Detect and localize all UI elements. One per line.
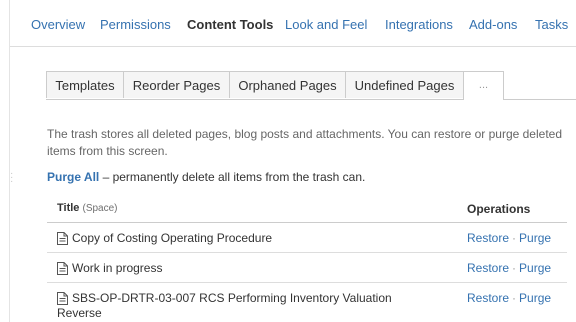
row-title: SBS-OP-DRTR-03-007 RCS Performing Invent… (57, 291, 427, 321)
table-row: SBS-OP-DRTR-03-007 RCS Performing Invent… (47, 283, 567, 322)
content-tools-subtabs: Templates Reorder Pages Orphaned Pages U… (46, 71, 576, 100)
page-icon (57, 232, 68, 245)
purge-all-link[interactable]: Purge All (47, 170, 99, 184)
nav-tab-content-tools[interactable]: Content Tools (187, 17, 273, 32)
nav-tab-integrations[interactable]: Integrations (385, 17, 453, 32)
page-icon (57, 262, 68, 275)
table-row: Work in progress Restore · Purge (47, 253, 567, 283)
nav-tab-add-ons[interactable]: Add-ons (469, 17, 517, 32)
nav-tab-permissions[interactable]: Permissions (100, 17, 171, 32)
nav-tab-look-and-feel[interactable]: Look and Feel (285, 17, 367, 32)
left-divider (9, 0, 10, 322)
trash-table: Title (Space) Operations Copy of Costing… (47, 195, 567, 322)
page-icon (57, 292, 68, 305)
restore-link[interactable]: Restore (467, 291, 509, 305)
row-operations: Restore · Purge (467, 291, 551, 305)
purge-link[interactable]: Purge (519, 231, 551, 245)
row-title-text[interactable]: Work in progress (72, 261, 162, 275)
trash-description: The trash stores all deleted pages, blog… (47, 127, 562, 158)
purge-all-line: Purge All – permanently delete all items… (47, 170, 365, 184)
column-header-space-label: (Space) (82, 203, 118, 214)
column-header-title: Title (Space) (57, 202, 118, 214)
column-header-operations: Operations (467, 202, 531, 216)
nav-tab-tasks[interactable]: Tasks (535, 17, 568, 32)
row-operations: Restore · Purge (467, 261, 551, 275)
subtab-more[interactable]: ... (463, 71, 504, 100)
purge-all-description: – permanently delete all items from the … (99, 170, 366, 184)
space-admin-nav: Overview Permissions Content Tools Look … (10, 0, 576, 47)
ops-separator: · (512, 231, 517, 245)
subtab-reorder-pages[interactable]: Reorder Pages (123, 71, 230, 98)
table-header: Title (Space) Operations (47, 195, 567, 223)
subtab-templates[interactable]: Templates (46, 71, 124, 98)
sidebar-resize-handle[interactable]: · · · (10, 169, 13, 187)
subtab-orphaned-pages[interactable]: Orphaned Pages (229, 71, 346, 98)
subtab-undefined-pages[interactable]: Undefined Pages (345, 71, 464, 98)
row-title-text[interactable]: SBS-OP-DRTR-03-007 RCS Performing Invent… (57, 291, 392, 320)
trash-admin-page: · · · Overview Permissions Content Tools L… (0, 0, 576, 322)
row-title-text[interactable]: Copy of Costing Operating Procedure (72, 231, 272, 245)
restore-link[interactable]: Restore (467, 231, 509, 245)
ops-separator: · (512, 261, 517, 275)
table-row: Copy of Costing Operating Procedure Rest… (47, 223, 567, 253)
row-operations: Restore · Purge (467, 231, 551, 245)
purge-link[interactable]: Purge (519, 291, 551, 305)
restore-link[interactable]: Restore (467, 261, 509, 275)
purge-link[interactable]: Purge (519, 261, 551, 275)
column-header-title-label: Title (57, 202, 80, 214)
row-title: Copy of Costing Operating Procedure (57, 231, 427, 246)
nav-tab-overview[interactable]: Overview (31, 17, 85, 32)
row-title: Work in progress (57, 261, 427, 276)
ops-separator: · (512, 291, 517, 305)
